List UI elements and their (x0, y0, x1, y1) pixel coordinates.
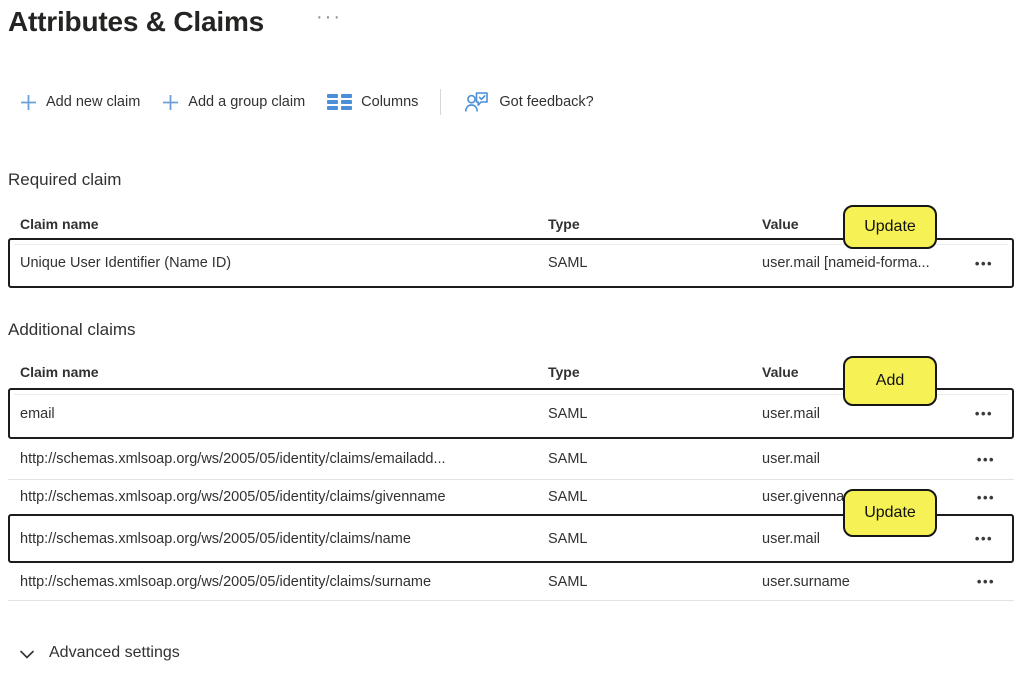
claim-type-cell: SAML (548, 531, 762, 547)
claim-name-cell[interactable]: http://schemas.xmlsoap.org/ws/2005/05/id… (20, 574, 548, 590)
claim-value-cell: user.surname (762, 574, 958, 590)
feedback-icon (463, 90, 490, 114)
row-context-menu-icon[interactable]: ••• (956, 406, 1012, 421)
claim-name-cell[interactable]: Unique User Identifier (Name ID) (20, 255, 548, 271)
annotation-note-add: Add (843, 356, 937, 406)
table-row: http://schemas.xmlsoap.org/ws/2005/05/id… (8, 439, 1014, 480)
add-new-claim-button[interactable]: Add new claim (20, 94, 140, 111)
more-options-icon[interactable]: ··· (316, 6, 342, 29)
additional-claims-heading: Additional claims (8, 320, 136, 340)
plus-icon (162, 94, 179, 111)
command-bar: Add new claim Add a group claim Columns … (20, 88, 594, 116)
annotation-note-update: Update (843, 489, 937, 537)
toolbar-divider (440, 89, 441, 115)
required-claim-heading: Required claim (8, 170, 121, 190)
claim-name-cell[interactable]: http://schemas.xmlsoap.org/ws/2005/05/id… (20, 531, 548, 547)
row-context-menu-icon[interactable]: ••• (958, 574, 1014, 589)
column-header-claim-name[interactable]: Claim name (20, 216, 548, 232)
column-header-type[interactable]: Type (548, 364, 762, 380)
claim-value-cell: user.mail [nameid-forma... (762, 255, 956, 271)
claim-type-cell: SAML (548, 489, 762, 505)
claim-name-cell[interactable]: http://schemas.xmlsoap.org/ws/2005/05/id… (20, 451, 548, 467)
claim-name-cell[interactable]: http://schemas.xmlsoap.org/ws/2005/05/id… (20, 489, 548, 505)
row-context-menu-icon[interactable]: ••• (956, 256, 1012, 271)
add-new-claim-label: Add new claim (46, 94, 140, 110)
columns-icon (327, 94, 352, 109)
column-header-claim-name[interactable]: Claim name (20, 364, 548, 380)
chevron-down-icon (20, 648, 34, 659)
advanced-settings-expander[interactable]: Advanced settings (20, 644, 180, 662)
page-title: Attributes & Claims (8, 6, 264, 38)
columns-label: Columns (361, 94, 418, 110)
claim-type-cell: SAML (548, 406, 762, 422)
attributes-and-claims-page: Attributes & Claims ··· Add new claim Ad… (0, 0, 1024, 673)
got-feedback-button[interactable]: Got feedback? (463, 90, 593, 114)
columns-button[interactable]: Columns (327, 94, 418, 110)
row-context-menu-icon[interactable]: ••• (956, 531, 1012, 546)
table-row: http://schemas.xmlsoap.org/ws/2005/05/id… (8, 563, 1014, 601)
claim-value-cell: user.mail (762, 451, 958, 467)
claim-type-cell: SAML (548, 255, 762, 271)
claim-type-cell: SAML (548, 451, 762, 467)
advanced-settings-label: Advanced settings (49, 644, 180, 662)
claim-name-cell[interactable]: email (20, 406, 548, 422)
got-feedback-label: Got feedback? (499, 94, 593, 110)
row-context-menu-icon[interactable]: ••• (958, 490, 1014, 505)
annotation-note-update: Update (843, 205, 937, 249)
claim-type-cell: SAML (548, 574, 762, 590)
add-group-claim-button[interactable]: Add a group claim (162, 94, 305, 111)
row-context-menu-icon[interactable]: ••• (958, 452, 1014, 467)
add-group-claim-label: Add a group claim (188, 94, 305, 110)
plus-icon (20, 94, 37, 111)
claim-value-cell: user.mail (762, 406, 956, 422)
column-header-type[interactable]: Type (548, 216, 762, 232)
